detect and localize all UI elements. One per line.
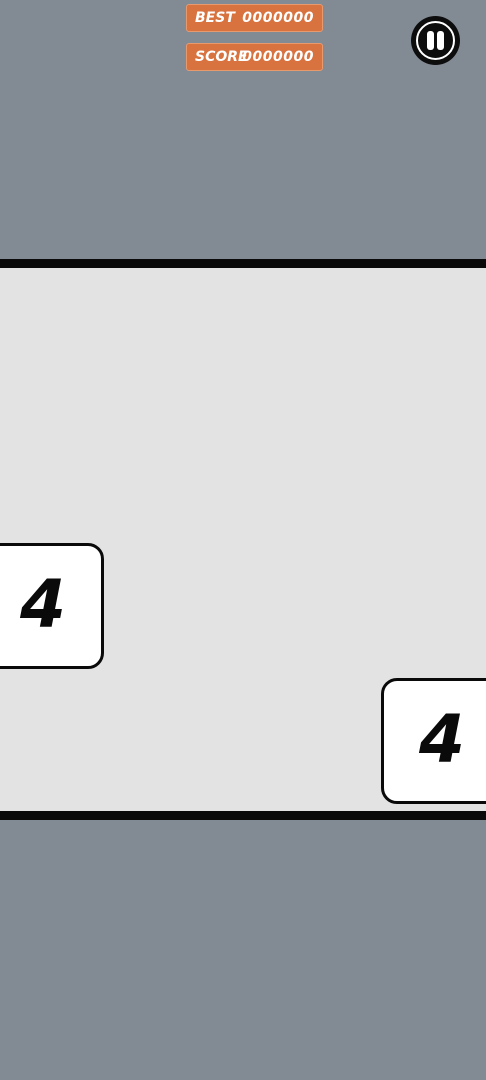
best-value: 0000000 <box>242 10 314 26</box>
number-tile[interactable]: 4 <box>0 543 104 669</box>
tile-number: 4 <box>20 566 66 643</box>
best-label: BEST <box>195 10 235 26</box>
play-area-top-border <box>0 259 486 268</box>
pause-button[interactable] <box>411 16 460 65</box>
pause-icon <box>416 21 455 60</box>
best-score-panel: BEST 0000000 <box>186 4 323 32</box>
pause-bar-right <box>437 31 444 50</box>
tile-number: 4 <box>419 701 465 778</box>
score-value: 0000000 <box>242 49 314 65</box>
play-area-bottom-border <box>0 811 486 820</box>
score-panel: SCORE 0000000 <box>186 43 323 71</box>
number-tile[interactable]: 4 <box>381 678 486 804</box>
score-label: SCORE <box>195 49 248 65</box>
pause-bar-left <box>427 31 434 50</box>
game-screen: BEST 0000000 SCORE 0000000 4 4 <box>0 0 486 1080</box>
